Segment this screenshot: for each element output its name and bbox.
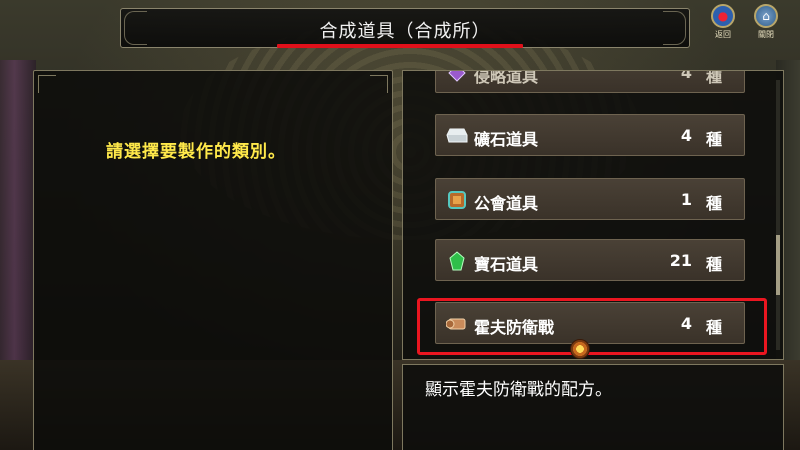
close-icon: ⌂: [754, 4, 778, 28]
list-item-unit: 種: [705, 70, 722, 86]
instruction-panel: 請選擇要製作的類別。: [33, 70, 393, 450]
list-item-label: 霍夫防衛戰: [474, 318, 555, 337]
list-scrollbar-track[interactable]: [776, 80, 780, 350]
list-item-invasion-items[interactable]: 侵略道具 4 種: [435, 70, 745, 93]
list-item-count: 21: [669, 251, 692, 270]
description-panel: 顯示霍夫防衛戰的配方。: [402, 364, 784, 450]
return-button[interactable]: ● 返回: [703, 4, 743, 44]
guild-book-icon: [446, 189, 468, 211]
list-item-label: 侵略道具: [474, 70, 539, 86]
description-text: 顯示霍夫防衛戰的配方。: [425, 380, 612, 400]
return-button-label: 返回: [715, 30, 731, 39]
list-scrollbar-thumb[interactable]: [776, 235, 780, 295]
page-title: 合成道具（合成所）: [319, 21, 491, 42]
close-button[interactable]: ⌂ 關閉: [746, 4, 786, 44]
purple-gem-icon: [446, 71, 468, 84]
list-item-count: 4: [680, 314, 692, 333]
ore-ingot-icon: [446, 125, 468, 147]
list-item-unit: 種: [705, 318, 722, 337]
scroll-icon: [446, 313, 468, 335]
list-item-unit: 種: [705, 130, 722, 149]
list-item-count: 4: [680, 70, 692, 82]
green-gem-icon: [446, 250, 468, 272]
list-item-hoff-defense[interactable]: 霍夫防衛戰 4 種: [435, 302, 745, 344]
list-item-gem-items[interactable]: 寶石道具 21 種: [435, 239, 745, 281]
list-item-unit: 種: [705, 194, 722, 213]
list-item-label: 礦石道具: [474, 130, 539, 149]
title-bar: 合成道具（合成所）: [120, 8, 690, 48]
panel-ornament-corner: [370, 75, 388, 93]
panel-ornament-corner: [38, 75, 56, 93]
selection-cursor-icon: [570, 339, 590, 359]
return-icon: ●: [711, 4, 735, 28]
list-item-guild-items[interactable]: 公會道具 1 種: [435, 178, 745, 220]
list-item-unit: 種: [705, 255, 722, 274]
list-item-label: 公會道具: [474, 194, 539, 213]
instruction-text: 請選擇要製作的類別。: [106, 142, 286, 162]
category-list[interactable]: 侵略道具 4 種 礦石道具 4 種 公會道具 1 種 寶石道具 21 種 霍夫防…: [402, 70, 784, 360]
close-button-label: 關閉: [758, 30, 774, 39]
title-highlight-underline: [277, 44, 523, 48]
list-item-label: 寶石道具: [474, 255, 539, 274]
list-item-count: 4: [680, 126, 692, 145]
list-item-ore-items[interactable]: 礦石道具 4 種: [435, 114, 745, 156]
list-item-count: 1: [680, 190, 692, 209]
